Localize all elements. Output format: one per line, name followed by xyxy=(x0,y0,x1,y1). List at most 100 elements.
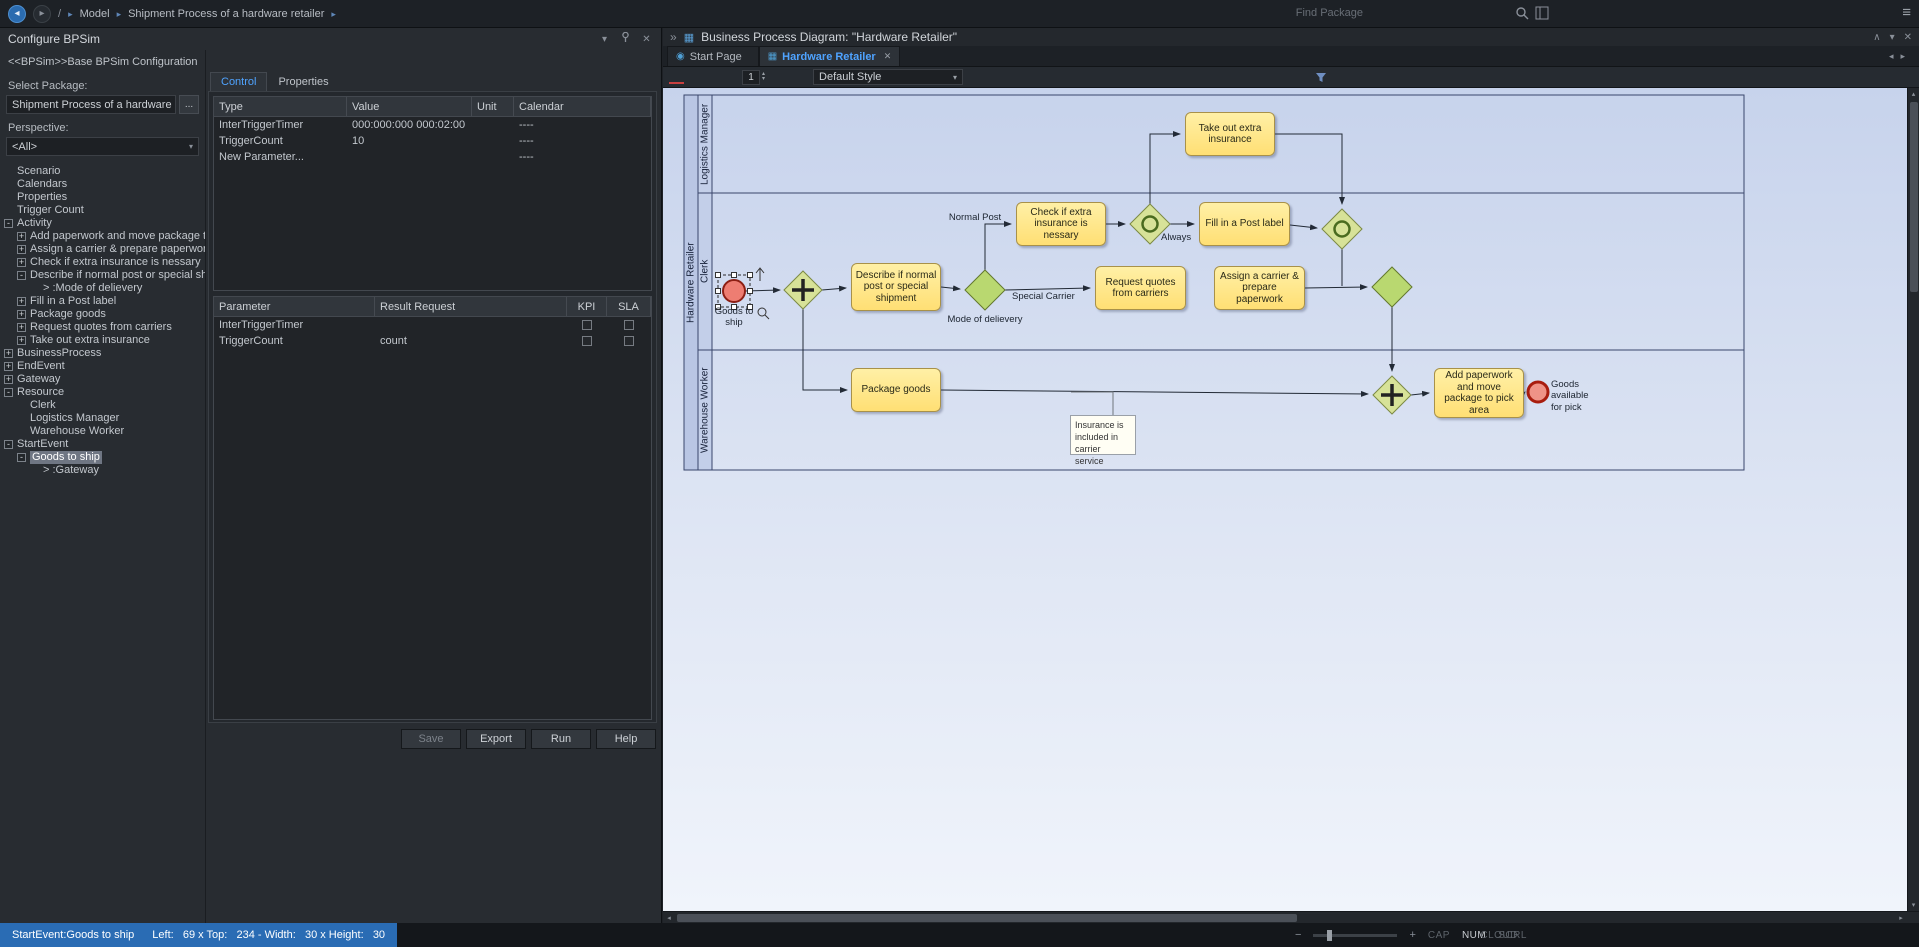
stepper-down-icon[interactable]: ▾ xyxy=(762,77,765,82)
column-header[interactable]: Result Request xyxy=(375,297,567,316)
scroll-up-icon[interactable]: ▴ xyxy=(1908,88,1919,100)
chevron-down-icon[interactable]: ▾ xyxy=(1890,32,1895,43)
hamburger-menu-icon[interactable]: ≡ xyxy=(1902,4,1911,21)
parameter-row[interactable]: InterTriggerTimer 000:000:000 000:02:00 … xyxy=(214,117,651,133)
end-event[interactable] xyxy=(1528,382,1548,402)
task-describe-shipment[interactable]: Describe if normal post or special shipm… xyxy=(851,263,941,311)
tree-expand-icon[interactable] xyxy=(4,362,13,371)
tree-item-activity[interactable]: Activity xyxy=(0,217,205,230)
pool-label[interactable]: Hardware Retailer xyxy=(684,95,698,470)
align-left-icon[interactable] xyxy=(997,69,1012,85)
scroll-left-icon[interactable]: ◂ xyxy=(663,914,675,922)
tree-item-request-quotes[interactable]: Request quotes from carriers xyxy=(0,321,205,334)
tab-scroll-left-icon[interactable]: ◂ xyxy=(1889,51,1894,62)
sla-checkbox[interactable] xyxy=(624,336,634,346)
tree-item-scenario[interactable]: Scenario xyxy=(0,165,205,178)
scroll-down-icon[interactable]: ▾ xyxy=(1908,899,1919,911)
tree-expand-icon[interactable] xyxy=(17,453,26,462)
zoom-slider-thumb[interactable] xyxy=(1327,930,1332,941)
task-fill-post-label[interactable]: Fill in a Post label xyxy=(1199,202,1290,246)
diagram-canvas[interactable]: Hardware Retailer Logistics Manager Cler… xyxy=(663,88,1907,911)
tree-item-goods-to-ship[interactable]: Goods to ship xyxy=(0,451,205,464)
tree-expand-icon[interactable] xyxy=(4,219,13,228)
parallel-gateway-2[interactable] xyxy=(1373,376,1411,414)
tree-item-take-out-insurance[interactable]: Take out extra insurance xyxy=(0,334,205,347)
tree-expand-icon[interactable] xyxy=(17,336,26,345)
chevron-down-icon[interactable] xyxy=(729,69,736,85)
tree-expand-icon[interactable] xyxy=(4,349,13,358)
column-header[interactable]: SLA xyxy=(607,297,651,316)
tree-item-describe-shipment[interactable]: Describe if normal post or special shipm… xyxy=(0,269,205,282)
inclusive-gateway-2[interactable] xyxy=(1322,209,1362,249)
z-order-icon[interactable] xyxy=(1092,69,1107,85)
scrollbar-thumb[interactable] xyxy=(1910,102,1918,292)
workspace-layout-icon[interactable] xyxy=(1535,6,1549,23)
zoom-out-icon[interactable]: − xyxy=(1295,929,1301,941)
start-event-label[interactable]: Goods to ship xyxy=(709,306,759,329)
chevrons-right-icon[interactable]: » xyxy=(670,30,677,44)
kpi-checkbox[interactable] xyxy=(582,336,592,346)
horizontal-scrollbar[interactable]: ◂ ▸ xyxy=(663,911,1919,923)
tree-item-endevent[interactable]: EndEvent xyxy=(0,360,205,373)
font-color-icon[interactable] xyxy=(669,70,684,84)
swimlane-icon[interactable] xyxy=(1137,69,1152,85)
fill-color-icon[interactable] xyxy=(688,69,703,85)
note-insurance[interactable]: Insurance is included in carrier service xyxy=(1070,415,1136,455)
task-package-goods[interactable]: Package goods xyxy=(851,368,941,412)
export-button[interactable]: Export xyxy=(466,729,526,749)
zoom-in-icon[interactable]: + xyxy=(1409,929,1415,941)
chevron-up-icon[interactable]: ∧ xyxy=(1873,32,1880,43)
delete-icon[interactable] xyxy=(1163,69,1178,85)
nav-back-button[interactable]: ◂ xyxy=(8,5,26,23)
same-width-icon[interactable] xyxy=(1054,69,1069,85)
zoom-slider[interactable] xyxy=(1313,934,1397,937)
breadcrumb-root[interactable]: / xyxy=(58,8,61,20)
tree-expand-icon[interactable] xyxy=(17,232,26,241)
task-take-out-insurance[interactable]: Take out extra insurance xyxy=(1185,112,1275,156)
tree-expand-icon[interactable] xyxy=(17,323,26,332)
tree-item-package-goods[interactable]: Package goods xyxy=(0,308,205,321)
perspective-dropdown[interactable]: <All> ▾ xyxy=(6,137,199,156)
tree-item-gateway[interactable]: Gateway xyxy=(0,373,205,386)
tab-start-page[interactable]: ◉ Start Page xyxy=(667,46,759,66)
merge-gateway[interactable] xyxy=(1372,267,1412,307)
tree-item-add-paperwork[interactable]: Add paperwork and move package to pick a… xyxy=(0,230,205,243)
task-request-quotes[interactable]: Request quotes from carriers xyxy=(1095,266,1186,310)
lane-label-logistics-manager[interactable]: Logistics Manager xyxy=(698,95,712,193)
chevron-down-icon[interactable] xyxy=(703,69,710,85)
column-header[interactable]: Unit xyxy=(472,97,514,116)
pin-icon[interactable] xyxy=(619,32,632,46)
browse-button[interactable]: ... xyxy=(179,95,199,114)
group-icon[interactable] xyxy=(1111,69,1126,85)
parallel-gateway-1[interactable] xyxy=(784,271,822,309)
search-icon[interactable] xyxy=(1515,6,1529,23)
tree-item-trigger-count[interactable]: Trigger Count xyxy=(0,204,205,217)
sla-checkbox[interactable] xyxy=(624,320,634,330)
tree-item-check-insurance[interactable]: Check if extra insurance is nessary xyxy=(0,256,205,269)
tab-hardware-retailer[interactable]: ▦ Hardware Retailer ✕ xyxy=(759,46,901,66)
tree-item-businessprocess[interactable]: BusinessProcess xyxy=(0,347,205,360)
chevron-down-icon[interactable] xyxy=(1152,69,1159,85)
column-header[interactable]: Parameter xyxy=(214,297,375,316)
find-package-field[interactable]: Find Package xyxy=(1296,7,1363,19)
tab-control[interactable]: Control xyxy=(210,72,267,92)
save-button[interactable]: Save xyxy=(401,729,461,749)
tree-expand-icon[interactable] xyxy=(17,258,26,267)
tree-item-logistics-manager[interactable]: Logistics Manager xyxy=(0,412,205,425)
tab-close-icon[interactable]: ✕ xyxy=(884,51,892,62)
column-header[interactable]: KPI xyxy=(567,297,607,316)
parameter-row[interactable]: New Parameter... ---- xyxy=(214,149,651,165)
tree-expand-icon[interactable] xyxy=(4,375,13,384)
format-painter-icon[interactable] xyxy=(771,69,786,85)
style-dropdown[interactable]: Default Style ▾ xyxy=(813,69,963,85)
line-width-stepper[interactable]: 1 ▴▾ xyxy=(742,70,765,85)
column-header[interactable]: Value xyxy=(347,97,472,116)
tree-expand-icon[interactable] xyxy=(17,297,26,306)
result-row[interactable]: TriggerCount count xyxy=(214,333,651,349)
tree-expand-icon[interactable] xyxy=(17,245,26,254)
result-row[interactable]: InterTriggerTimer xyxy=(214,317,651,333)
package-input[interactable]: Shipment Process of a hardware retailer xyxy=(6,95,176,114)
tree-item-fill-post-label[interactable]: Fill in a Post label xyxy=(0,295,205,308)
space-evenly-icon[interactable] xyxy=(1035,69,1050,85)
chevron-down-icon[interactable]: ▾ xyxy=(598,34,611,45)
